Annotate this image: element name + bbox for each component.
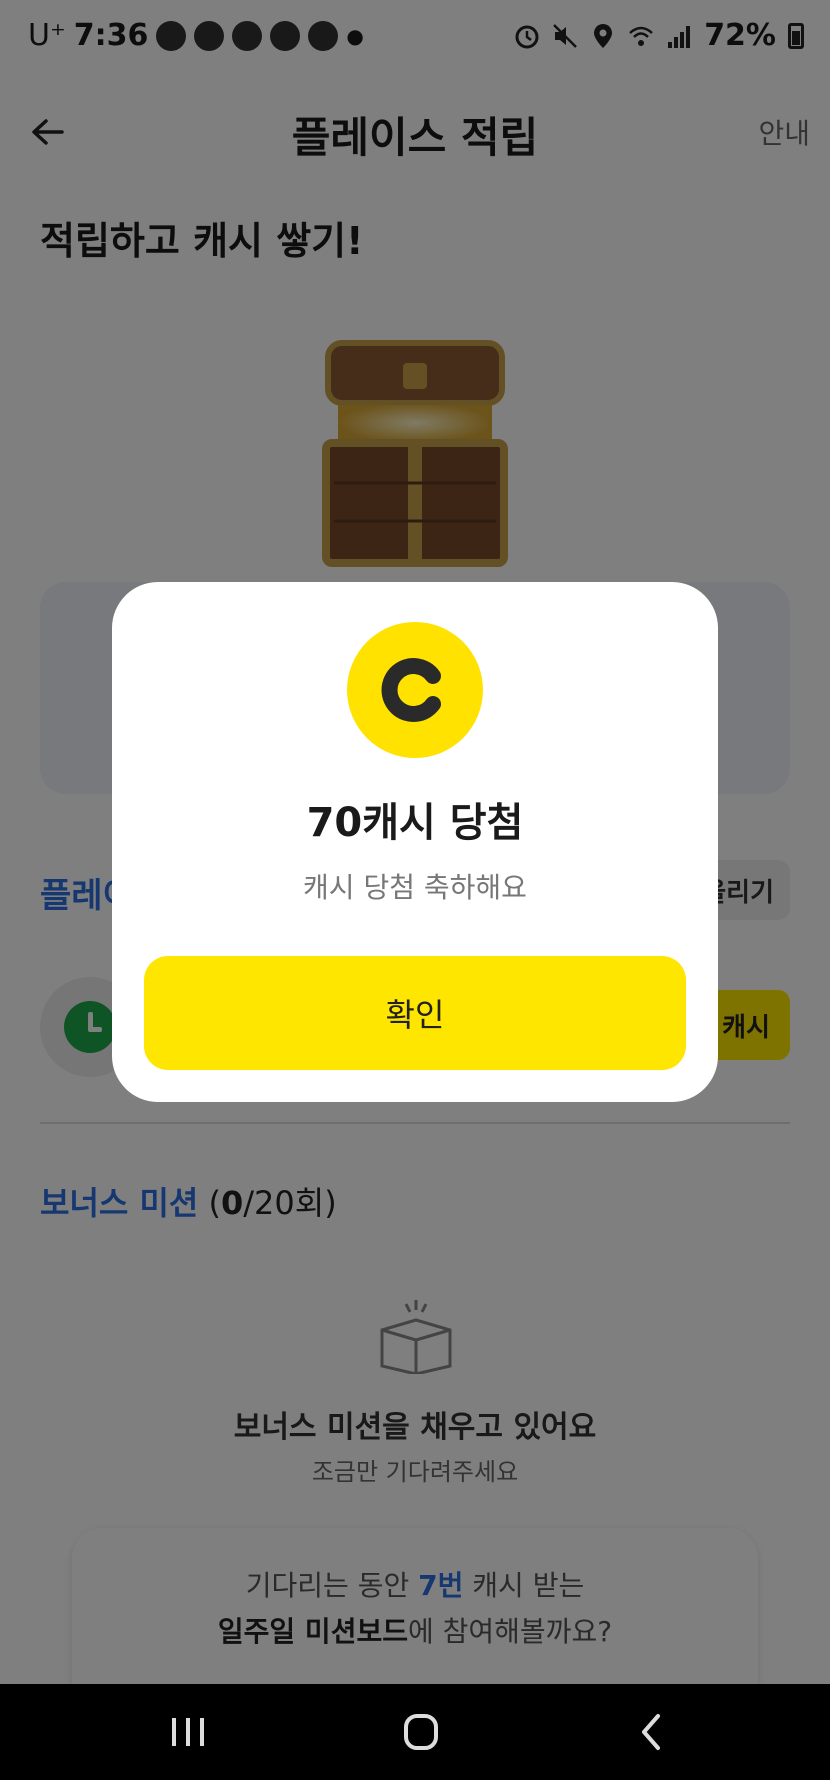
confirm-button[interactable]: 확인 [144,956,686,1070]
coin-c-glyph [381,658,441,722]
modal-subtitle: 캐시 당첨 축하해요 [303,871,527,904]
nav-back-icon[interactable] [622,1708,682,1756]
home-icon[interactable] [390,1708,450,1756]
system-nav-bar [0,1684,830,1780]
modal-title: 70캐시 당첨 [306,800,524,846]
cash-win-modal: 70캐시 당첨 캐시 당첨 축하해요 확인 [112,582,718,1102]
coin-icon [347,622,483,758]
recent-apps-icon[interactable] [160,1708,220,1756]
